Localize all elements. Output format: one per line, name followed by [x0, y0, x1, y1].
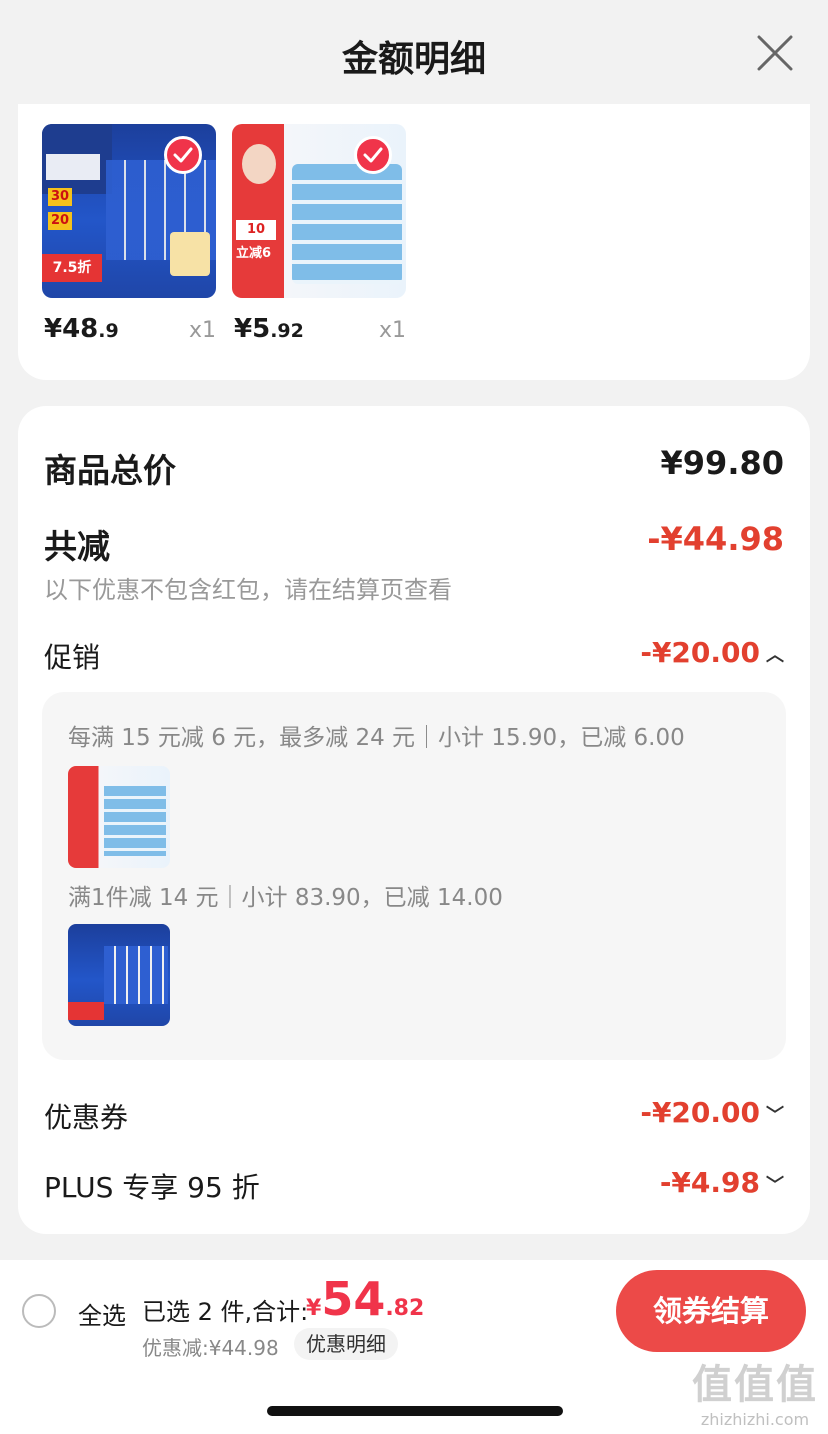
selected-check-icon[interactable]	[164, 136, 202, 174]
close-icon[interactable]	[756, 34, 794, 72]
watermark-logo: 值值值	[692, 1362, 818, 1408]
promo-product-thumb[interactable]	[68, 766, 170, 868]
promo-product-thumb[interactable]	[68, 924, 170, 1026]
product-thumbnail[interactable]: 10 立减6	[232, 124, 406, 298]
total-reduce-row: 共减 -¥44.98	[44, 520, 784, 568]
promo-detail-2: 满1件减 14 元｜小计 83.90，已减 14.00	[68, 885, 503, 911]
watermark-url: zhizhizhi.com	[700, 1410, 810, 1429]
badge-10: 10	[236, 220, 276, 240]
product-quantity: x1	[378, 318, 406, 343]
discount-text: 优惠减:¥44.98	[142, 1336, 279, 1360]
promo-detail-1: 每满 15 元减 6 元，最多减 24 元｜小计 15.90，已减 6.00	[68, 725, 685, 751]
chevron-up-icon: ︿	[766, 645, 784, 666]
amount-detail-sheet: 金额明细 30 20 7.5折 ¥48.9 x1 10 立减6 ¥5.92 x1…	[0, 0, 828, 1434]
home-indicator[interactable]	[267, 1406, 563, 1416]
total-price-row: 商品总价 ¥99.80	[44, 444, 784, 492]
select-all-radio[interactable]	[22, 1294, 56, 1328]
promo-detail-box: 每满 15 元减 6 元，最多减 24 元｜小计 15.90，已减 6.00 满…	[42, 692, 786, 1060]
price-summary-card: 商品总价 ¥99.80 共减 -¥44.98 以下优惠不包含红包，请在结算页查看…	[18, 406, 810, 1234]
coupon-row[interactable]: 优惠券 -¥20.00 ﹀	[44, 1096, 784, 1136]
product-quantity: x1	[188, 318, 216, 343]
plus-row[interactable]: PLUS 专享 95 折 -¥4.98 ﹀	[44, 1166, 784, 1206]
discount-detail-button[interactable]: 优惠明细	[294, 1328, 398, 1360]
total-amount: ¥54.82	[306, 1272, 425, 1326]
product-item[interactable]: 30 20 7.5折 ¥48.9 x1	[42, 124, 216, 344]
coupon-value[interactable]: -¥20.00 ﹀	[640, 1096, 784, 1129]
total-reduce-value: -¥44.98	[647, 520, 784, 558]
chevron-down-icon: ﹀	[766, 1175, 784, 1196]
total-price-label: 商品总价	[44, 451, 176, 490]
promo-text: 立减6	[236, 246, 272, 261]
product-list-card: 30 20 7.5折 ¥48.9 x1 10 立减6 ¥5.92 x1	[18, 104, 810, 380]
reduce-note: 以下优惠不包含红包，请在结算页查看	[44, 576, 452, 604]
total-price-value: ¥99.80	[660, 444, 784, 482]
plus-value[interactable]: -¥4.98 ﹀	[660, 1166, 784, 1199]
product-thumbnail[interactable]: 30 20 7.5折	[42, 124, 216, 298]
product-price: ¥5.92	[234, 314, 304, 344]
discount-tag: 7.5折	[42, 254, 102, 282]
selected-count-text: 已选 2 件,合计:	[142, 1298, 309, 1326]
badge-30: 30	[48, 188, 72, 206]
promo-row[interactable]: 促销 -¥20.00 ︿	[44, 636, 784, 676]
product-price: ¥48.9	[44, 314, 119, 344]
select-all-label[interactable]: 全选	[78, 1296, 126, 1331]
selected-check-icon[interactable]	[354, 136, 392, 174]
product-item[interactable]: 10 立减6 ¥5.92 x1	[232, 124, 406, 344]
coupon-label: 优惠券	[44, 1101, 129, 1134]
sheet-title: 金额明细	[341, 39, 486, 80]
checkout-button[interactable]: 领券结算	[616, 1270, 806, 1352]
promo-label: 促销	[44, 641, 101, 674]
total-reduce-label: 共减	[44, 527, 110, 566]
sheet-header: 金额明细	[0, 0, 828, 104]
badge-20: 20	[48, 212, 72, 230]
promo-value[interactable]: -¥20.00 ︿	[640, 636, 784, 669]
plus-label: PLUS 专享 95 折	[44, 1171, 260, 1204]
watermark: 值值值 zhizhizhi.com	[692, 1352, 818, 1429]
chevron-down-icon: ﹀	[766, 1105, 784, 1126]
